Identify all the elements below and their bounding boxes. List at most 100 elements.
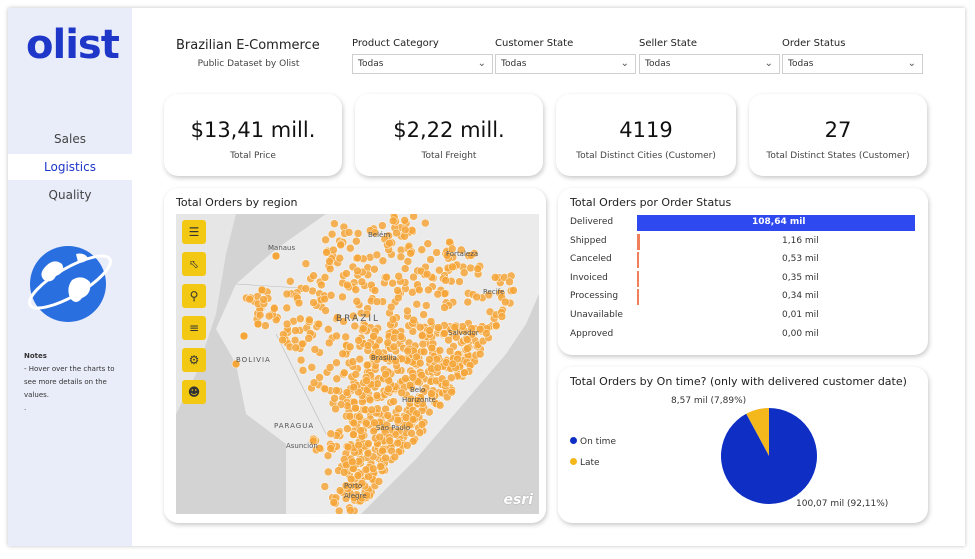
kpi-total-price[interactable]: $13,41 mill. Total Price [164,94,342,176]
map-point[interactable] [332,386,341,395]
map-point[interactable] [388,216,398,226]
map-point[interactable] [375,432,384,442]
map-point[interactable] [362,360,372,370]
map-point[interactable] [340,368,349,378]
map-point[interactable] [370,264,379,274]
map-point[interactable] [352,236,361,246]
search-icon[interactable]: ⚲ [182,284,206,308]
map-point[interactable] [444,335,453,345]
map-point[interactable] [322,248,331,257]
map-point[interactable] [330,219,339,228]
nav-sales[interactable]: Sales [8,126,132,152]
kpi-total-freight[interactable]: $2,22 mill. Total Freight [355,94,543,176]
map-point[interactable] [463,344,472,353]
map-point[interactable] [363,341,373,350]
map-point[interactable] [357,277,367,287]
map-point[interactable] [475,349,485,359]
map-point[interactable] [296,314,305,324]
map-point[interactable] [424,285,433,295]
map-point[interactable] [301,259,311,268]
map-point[interactable] [440,303,449,312]
map-point[interactable] [381,453,390,463]
map-point[interactable] [257,285,267,295]
map-point[interactable] [325,363,335,372]
map-point[interactable] [367,405,376,415]
map-point[interactable] [433,363,443,373]
status-row[interactable]: Processing 0,34 mil [570,288,916,306]
map-point[interactable] [353,229,363,238]
map-point[interactable] [401,225,410,235]
nav-quality[interactable]: Quality [8,182,132,208]
status-row[interactable]: Shipped 1,16 mil [570,233,916,251]
map-point[interactable] [309,298,318,307]
map-point[interactable] [338,349,347,359]
menu-icon[interactable]: ☰ [182,220,206,244]
map-point[interactable] [351,403,360,413]
map-point[interactable] [419,310,428,319]
map-point[interactable] [425,355,434,364]
map-point[interactable] [345,342,355,352]
map-point[interactable] [501,297,510,307]
nav-logistics[interactable]: Logistics [8,154,132,180]
map-point[interactable] [345,412,355,421]
map-point[interactable] [389,342,399,352]
map-point[interactable] [353,266,362,276]
map-point[interactable] [401,374,410,383]
map-point[interactable] [329,498,339,507]
map-point[interactable] [415,428,425,437]
map-point[interactable] [298,366,308,375]
map-point[interactable] [332,331,341,341]
layers-list-icon[interactable]: ≡ [182,316,206,340]
status-bar[interactable] [637,289,639,306]
customer-state-dropdown[interactable]: Todas ⌄ [495,54,636,74]
map-point[interactable] [330,394,339,403]
map-point[interactable] [409,315,418,325]
map-point[interactable] [344,228,354,237]
on-time-pie[interactable] [714,401,824,511]
map-point[interactable] [381,369,390,379]
map-point[interactable] [383,411,393,420]
map-point[interactable] [351,285,361,294]
map-point[interactable] [331,404,340,414]
map-point[interactable] [422,301,431,310]
map-point[interactable] [441,378,451,388]
map-point[interactable] [393,438,402,448]
map-point[interactable] [384,384,393,394]
map-point[interactable] [351,370,361,379]
map-point[interactable] [427,343,437,353]
map-point[interactable] [336,240,346,250]
map-point[interactable] [403,346,412,356]
map-point[interactable] [321,306,330,315]
map-point[interactable] [309,271,318,280]
map-point[interactable] [432,354,441,364]
map-point[interactable] [290,336,300,345]
map-point[interactable] [294,298,304,308]
map-point[interactable] [253,319,263,329]
map-point[interactable] [406,249,415,258]
map-point[interactable] [415,285,424,295]
map-point[interactable] [362,419,371,428]
map-point[interactable] [356,426,365,435]
map-point[interactable] [320,384,330,394]
map-point[interactable] [346,243,355,253]
seller-state-dropdown[interactable]: Todas ⌄ [639,54,780,74]
map-point[interactable] [354,440,363,450]
map-point[interactable] [361,465,371,475]
map-point[interactable] [321,235,330,245]
map-point[interactable] [497,312,507,321]
map-point[interactable] [426,255,435,264]
map-point[interactable] [372,250,382,260]
map-point[interactable] [393,286,402,295]
map-point[interactable] [435,401,445,410]
map-point[interactable] [324,467,333,477]
map-point[interactable] [362,376,371,385]
map-point[interactable] [325,257,334,266]
map-point[interactable] [325,264,335,274]
map-point[interactable] [490,273,500,282]
kpi-distinct-states[interactable]: 27 Total Distinct States (Customer) [749,94,927,176]
map-point[interactable] [368,464,378,473]
map-point[interactable] [286,277,295,286]
status-row[interactable]: Delivered 108,64 mil [570,214,916,232]
user-icon[interactable]: ☻ [182,380,206,404]
map-point[interactable] [448,359,458,369]
